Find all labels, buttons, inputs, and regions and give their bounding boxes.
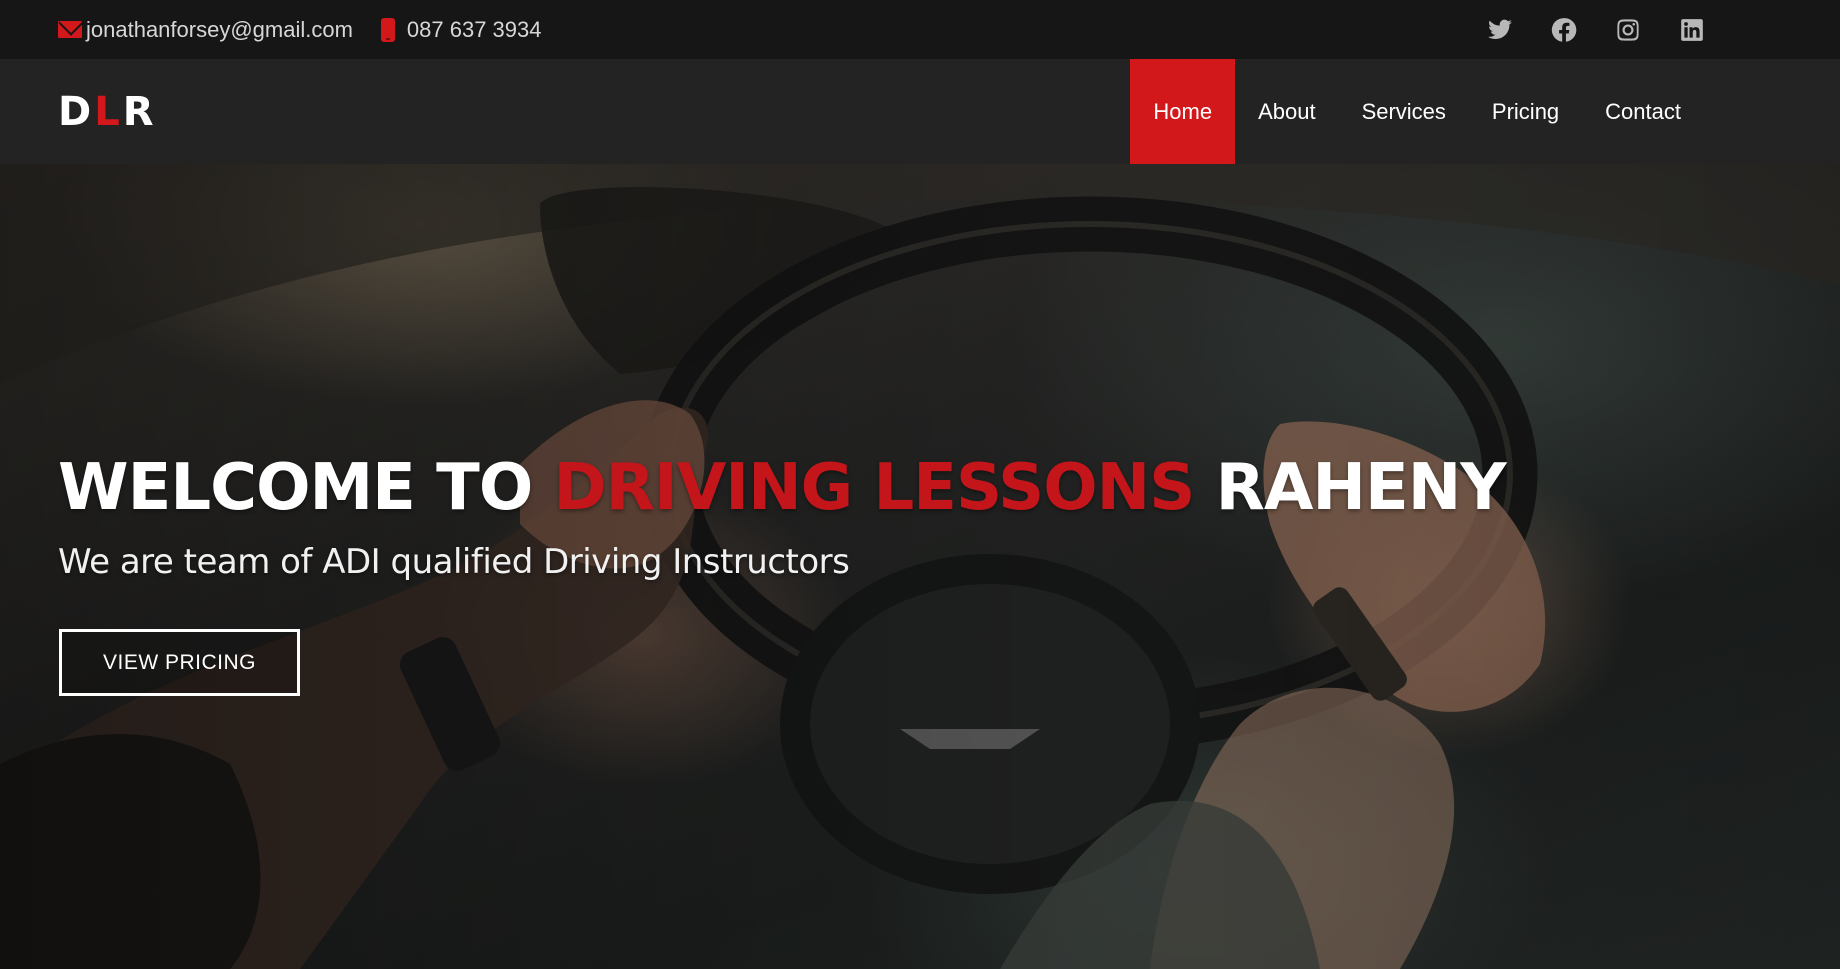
logo-letter-d: D: [58, 89, 95, 135]
nav-item-home[interactable]: Home: [1130, 59, 1236, 164]
nav-item-about[interactable]: About: [1235, 59, 1339, 164]
twitter-icon[interactable]: [1487, 17, 1513, 43]
view-pricing-button[interactable]: VIEW PRICING: [59, 629, 300, 696]
nav-item-pricing[interactable]: Pricing: [1469, 59, 1582, 164]
phone-contact[interactable]: 087 637 3934: [380, 17, 542, 43]
hero-title-highlight: DRIVING LESSONS: [553, 451, 1196, 525]
phone-icon: [380, 17, 395, 42]
email-contact[interactable]: jonathanforsey@gmail.com: [58, 17, 353, 43]
hero-title: WELCOME TO DRIVING LESSONS RAHENY: [58, 451, 1507, 525]
nav-item-contact[interactable]: Contact: [1582, 59, 1704, 164]
site-logo[interactable]: DLR: [58, 90, 157, 134]
facebook-icon[interactable]: [1551, 17, 1577, 43]
nav-menu: Home About Services Pricing Contact: [1130, 59, 1704, 164]
logo-letter-r: R: [122, 89, 157, 135]
hero-section: WELCOME TO DRIVING LESSONS RAHENY We are…: [0, 164, 1840, 969]
nav-item-services[interactable]: Services: [1339, 59, 1469, 164]
email-text[interactable]: jonathanforsey@gmail.com: [86, 17, 353, 43]
linkedin-icon[interactable]: [1679, 17, 1705, 43]
instagram-icon[interactable]: [1615, 17, 1641, 43]
contact-info: jonathanforsey@gmail.com 087 637 3934: [58, 0, 569, 59]
main-navbar: DLR Home About Services Pricing Contact: [0, 59, 1840, 164]
hero-subtitle: We are team of ADI qualified Driving Ins…: [58, 542, 850, 582]
top-contact-bar: jonathanforsey@gmail.com 087 637 3934: [0, 0, 1840, 59]
logo-letter-l: L: [94, 89, 123, 135]
phone-text[interactable]: 087 637 3934: [407, 17, 542, 43]
social-links: [1449, 0, 1705, 59]
envelope-icon: [58, 21, 82, 38]
